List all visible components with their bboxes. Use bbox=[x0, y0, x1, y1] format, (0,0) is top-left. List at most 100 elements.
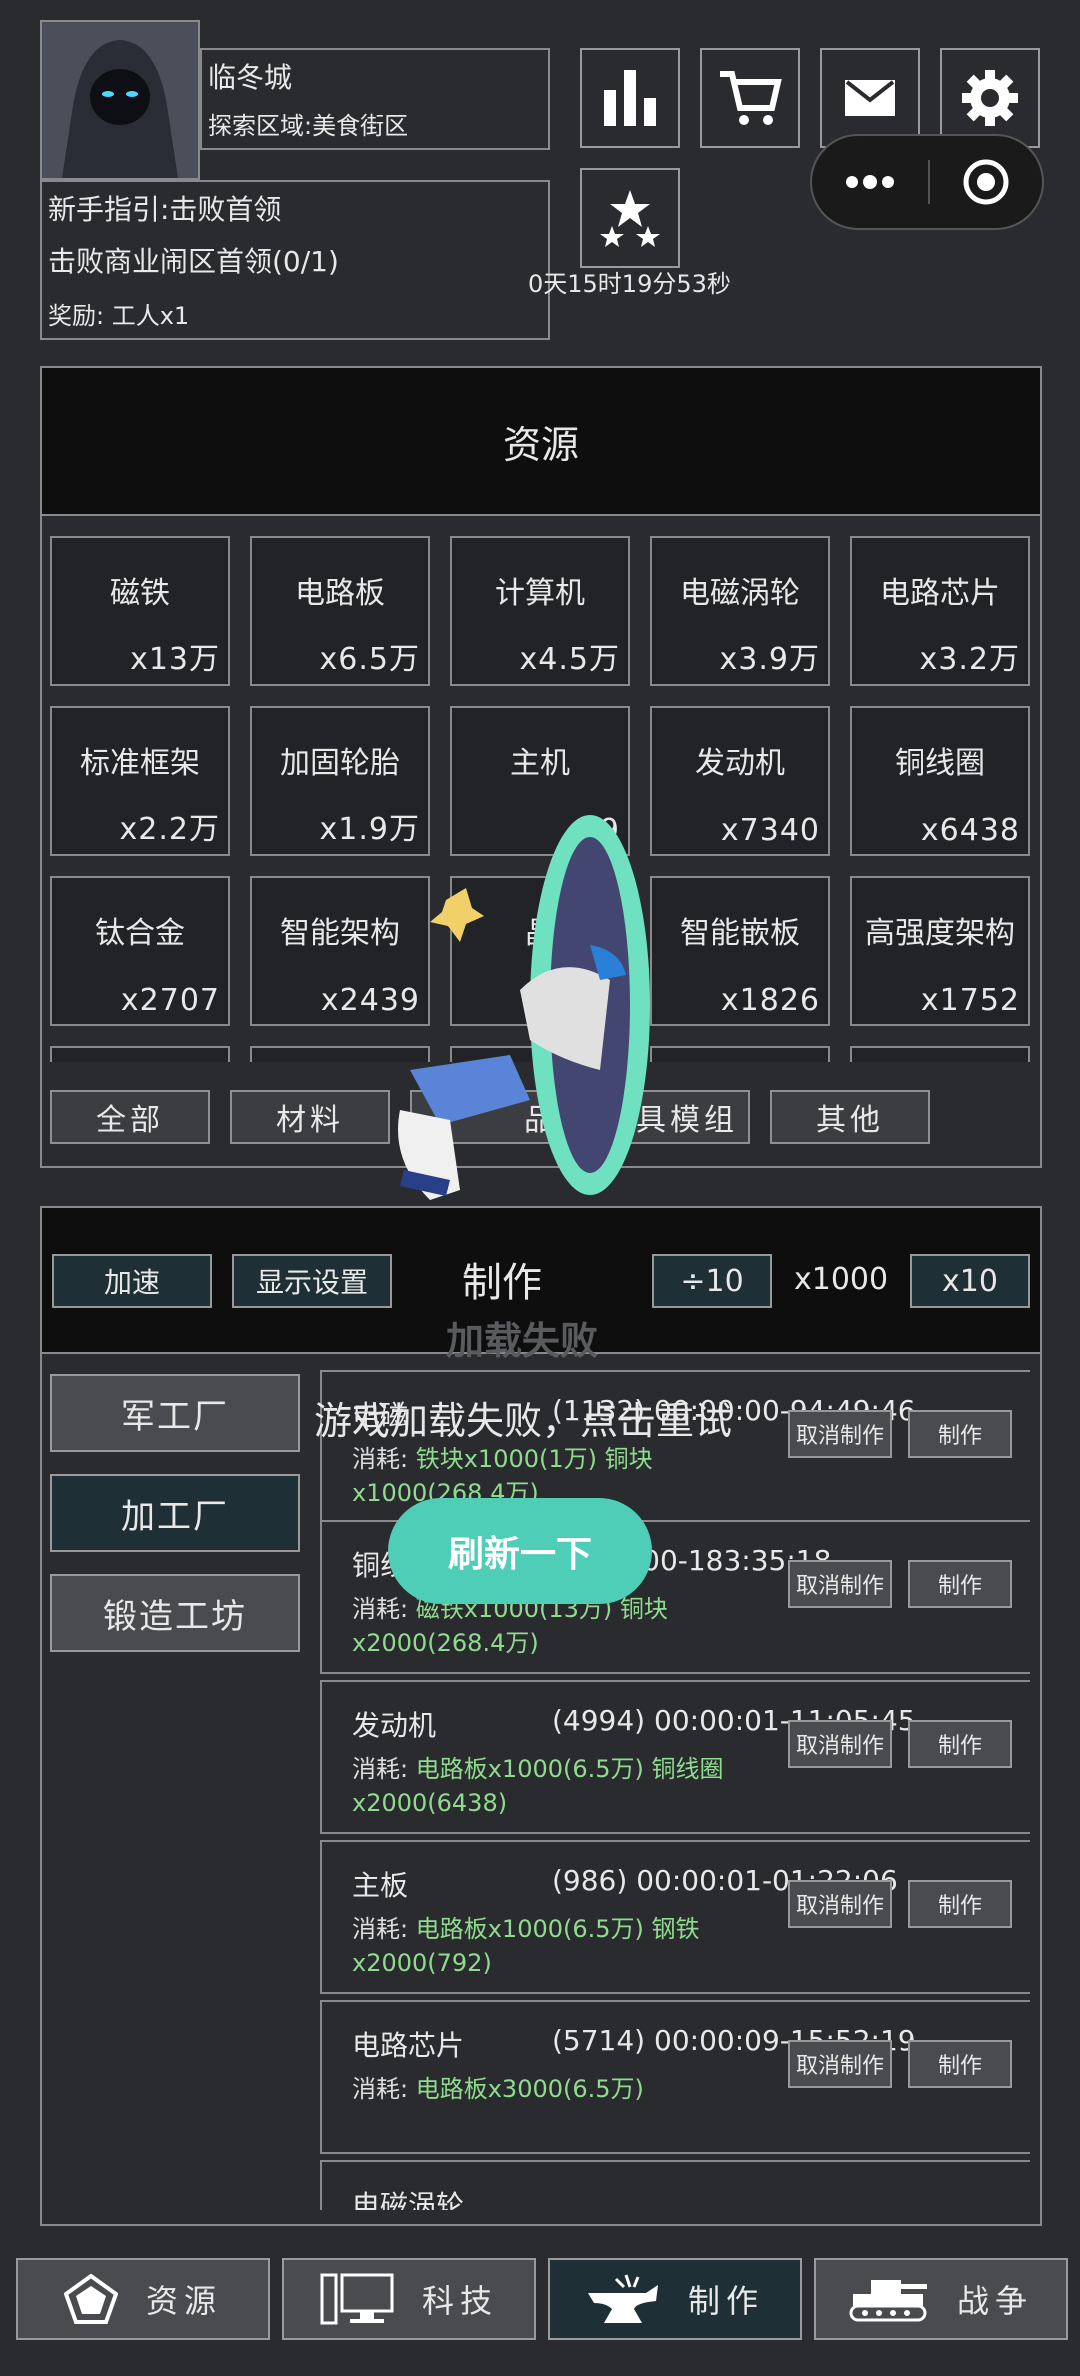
resource-name: 发动机 bbox=[695, 746, 785, 781]
factory-processing[interactable]: 加工厂 bbox=[50, 1474, 300, 1552]
resource-count: x13万 bbox=[130, 642, 220, 677]
cart-icon bbox=[720, 71, 782, 125]
resource-count: x3.2万 bbox=[919, 642, 1020, 677]
resource-name: 高强度架构 bbox=[865, 916, 1015, 951]
mail-button[interactable] bbox=[820, 48, 920, 148]
resource-item[interactable]: 计算机 x4.5万 bbox=[450, 536, 630, 686]
filter-all[interactable]: 全部 bbox=[50, 1090, 210, 1144]
nav-craft[interactable]: 制作 bbox=[548, 2258, 802, 2340]
resource-name: 主机 bbox=[510, 746, 570, 781]
broken-portal-illustration bbox=[398, 815, 650, 1200]
achievement-button[interactable] bbox=[580, 168, 680, 268]
cancel-craft-button[interactable]: 取消制作 bbox=[788, 1410, 892, 1458]
refresh-button[interactable]: 刷新一下 bbox=[388, 1498, 652, 1604]
resource-count: x1752 bbox=[920, 983, 1020, 1018]
cancel-craft-button[interactable]: 取消制作 bbox=[788, 2040, 892, 2088]
nav-war-label: 战争 bbox=[956, 2282, 1033, 2320]
resource-name: 钛合金 bbox=[95, 916, 185, 951]
resource-item[interactable]: 磁铁 x13万 bbox=[50, 536, 230, 686]
resource-item[interactable]: 标准框架 x2.2万 bbox=[50, 706, 230, 856]
resource-count: x6438 bbox=[920, 813, 1020, 848]
nav-war[interactable]: 战争 bbox=[814, 2258, 1068, 2340]
display-settings-button[interactable]: 显示设置 bbox=[232, 1254, 392, 1308]
close-miniapp-button[interactable] bbox=[930, 136, 1042, 228]
make-button[interactable]: 制作 bbox=[908, 1880, 1012, 1928]
resource-item[interactable]: 电路板 x6.5万 bbox=[250, 536, 430, 686]
more-button[interactable] bbox=[812, 136, 928, 228]
resource-count: x6.5万 bbox=[319, 642, 420, 677]
filter-other[interactable]: 其他 bbox=[770, 1090, 930, 1144]
more-dots-icon bbox=[846, 175, 894, 189]
factory-forge[interactable]: 锻造工坊 bbox=[50, 1574, 300, 1652]
factory-military[interactable]: 军工厂 bbox=[50, 1374, 300, 1452]
resource-count: x2.2万 bbox=[119, 812, 220, 847]
shop-button[interactable] bbox=[700, 48, 800, 148]
quest-task: 击败商业闹区首领(0/1) bbox=[48, 245, 339, 278]
resource-item[interactable]: 电路芯片 x3.2万 bbox=[850, 536, 1030, 686]
resource-name: 标准框架 bbox=[80, 746, 200, 781]
gear-icon bbox=[962, 70, 1018, 126]
cost-prefix: 消耗: bbox=[352, 1445, 416, 1473]
resource-count: x4.5万 bbox=[519, 642, 620, 677]
quest-reward: 奖励: 工人x1 bbox=[48, 302, 190, 330]
craft-item-title: 发动机 bbox=[352, 1709, 437, 1742]
craft-title: 制作 bbox=[462, 1260, 542, 1306]
nav-craft-label: 制作 bbox=[687, 2282, 764, 2320]
avatar[interactable] bbox=[40, 20, 200, 180]
quest-title: 新手指引:击败首领 bbox=[48, 193, 282, 226]
resource-item[interactable]: 电磁涡轮 x3.9万 bbox=[650, 536, 830, 686]
cancel-craft-button[interactable]: 取消制作 bbox=[788, 1720, 892, 1768]
speed-button[interactable]: 加速 bbox=[52, 1254, 212, 1308]
computer-icon bbox=[320, 2273, 394, 2325]
craft-item-cost: 消耗: 电路板x3000(6.5万) bbox=[352, 2072, 772, 2106]
nav-resources-label: 资源 bbox=[145, 2282, 222, 2320]
craft-item-cost: 消耗: 电路板x1000(6.5万) 钢铁x2000(792) bbox=[352, 1912, 772, 1980]
craft-item: 电路芯片 (5714) 00:00:09-15:52:19 消耗: 电路板x3000… bbox=[320, 2000, 1030, 2154]
resources-title: 资源 bbox=[502, 422, 579, 467]
resource-item[interactable]: 高强度架构 x1752 bbox=[850, 876, 1030, 1026]
make-button[interactable]: 制作 bbox=[908, 1410, 1012, 1458]
resource-name: 磁铁 bbox=[110, 576, 170, 611]
craft-item-title: 电路芯片 bbox=[352, 2029, 465, 2062]
resource-item[interactable]: 钛合金 x2707 bbox=[50, 876, 230, 1026]
cancel-craft-button[interactable]: 取消制作 bbox=[788, 1560, 892, 1608]
nav-resources[interactable]: 资源 bbox=[16, 2258, 270, 2340]
resource-name: 铜线圈 bbox=[895, 746, 985, 781]
craft-item: 主板 (986) 00:00:01-01:22:06 消耗: 电路板x1000(6.… bbox=[320, 1840, 1030, 1994]
cost-prefix: 消耗: bbox=[352, 1755, 416, 1783]
craft-item: 发动机 (4994) 00:00:01-11:05:45 消耗: 电路板x1000(… bbox=[320, 1680, 1030, 1834]
nav-tech[interactable]: 科技 bbox=[282, 2258, 536, 2340]
divide-button[interactable]: ÷10 bbox=[652, 1254, 772, 1308]
stars-icon bbox=[600, 190, 660, 247]
resource-count: x3.9万 bbox=[719, 642, 820, 677]
resource-name: 计算机 bbox=[495, 576, 585, 611]
craft-item-title: 电磁涡轮 bbox=[352, 2189, 465, 2210]
bar-chart-icon bbox=[604, 70, 656, 126]
resource-name: 电路芯片 bbox=[880, 576, 1000, 611]
quest-panel[interactable]: 新手指引:击败首领 击败商业闹区首领(0/1) 奖励: 工人x1 bbox=[40, 180, 550, 340]
loading-failed-message: 游戏加载失败，点击重试 bbox=[314, 1399, 733, 1443]
cost-prefix: 消耗: bbox=[352, 2075, 416, 2103]
resource-item[interactable]: 铜线圈 x6438 bbox=[850, 706, 1030, 856]
city-panel: 临冬城 探索区域:美食街区 bbox=[200, 48, 550, 150]
target-icon bbox=[963, 159, 1009, 205]
multiply-button[interactable]: x10 bbox=[910, 1254, 1030, 1308]
mail-icon bbox=[845, 80, 895, 116]
resources-header: 资源 bbox=[42, 368, 1040, 516]
filter-materials[interactable]: 材料 bbox=[230, 1090, 390, 1144]
cancel-craft-button[interactable]: 取消制作 bbox=[788, 1880, 892, 1928]
cost-prefix: 消耗: bbox=[352, 1915, 416, 1943]
make-button[interactable]: 制作 bbox=[908, 1560, 1012, 1608]
make-button[interactable]: 制作 bbox=[908, 2040, 1012, 2088]
cost-prefix: 消耗: bbox=[352, 1595, 416, 1623]
gem-icon bbox=[63, 2274, 118, 2324]
loading-failed-title: 加载失败 bbox=[446, 1319, 599, 1363]
city-name: 临冬城 bbox=[208, 61, 293, 94]
anvil-icon bbox=[586, 2273, 660, 2325]
resource-count: x7340 bbox=[720, 813, 820, 848]
craft-item: 电磁涡轮 bbox=[320, 2160, 1030, 2210]
hooded-figure-icon bbox=[42, 22, 198, 178]
make-button[interactable]: 制作 bbox=[908, 1720, 1012, 1768]
settings-button[interactable] bbox=[940, 48, 1040, 148]
stats-button[interactable] bbox=[580, 48, 680, 148]
